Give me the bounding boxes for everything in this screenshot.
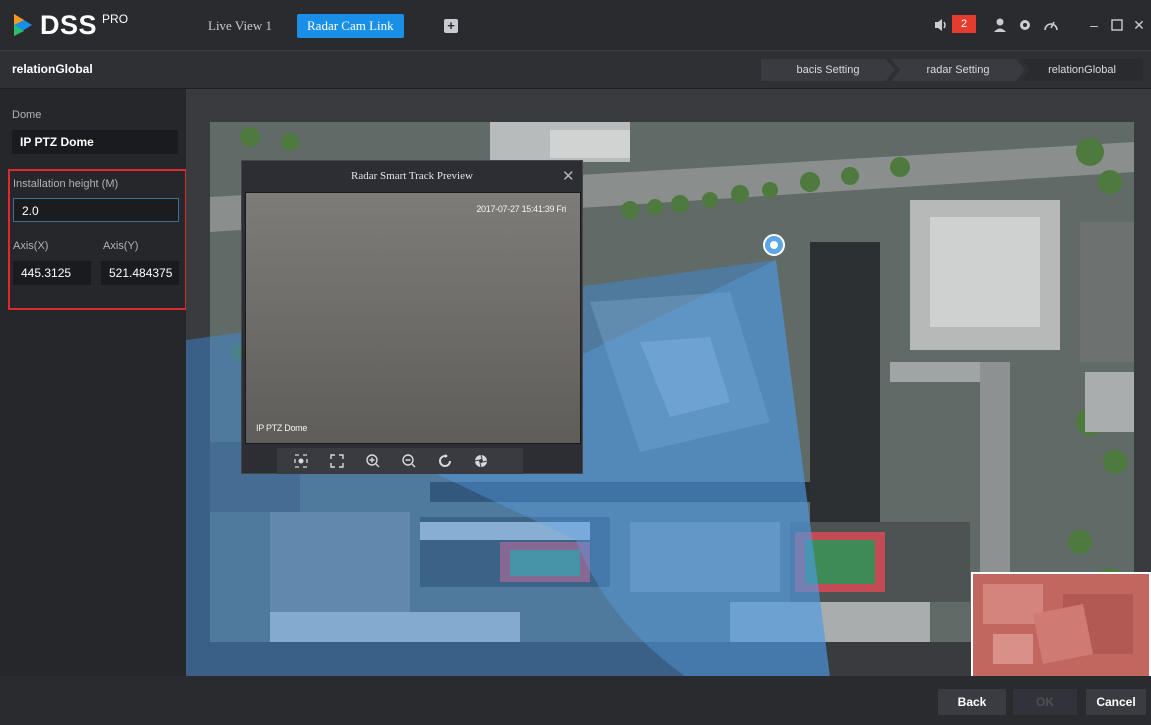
preview-toolbar [277,448,523,474]
radar-track-preview-window: Radar Smart Track Preview ✕ 2017-07-27 1… [241,160,583,474]
alarm-count-badge[interactable]: 2 [952,15,976,33]
axis-x-input[interactable]: 445.3125 [13,261,91,285]
step-header: relationGlobal bacis Setting radar Setti… [0,50,1151,88]
overview-minimap[interactable] [971,572,1151,678]
aperture-icon[interactable] [473,453,489,469]
performance-gauge-icon[interactable] [1043,16,1059,34]
preview-title: Radar Smart Track Preview [351,170,473,182]
close-icon[interactable]: ✕ [562,167,575,185]
gear-icon[interactable] [1018,16,1032,34]
tab-radar-cam-link[interactable]: Radar Cam Link [297,14,404,38]
footer-bar: Back OK Cancel [0,676,1151,725]
cancel-button[interactable]: Cancel [1086,689,1146,715]
back-button[interactable]: Back [938,689,1006,715]
video-timestamp: 2017-07-27 15:41:39 Fri [476,204,566,214]
axis-x-label: Axis(X) [13,240,49,252]
tab-live-view-1[interactable]: Live View 1 [198,14,282,38]
fullscreen-icon[interactable] [329,453,345,469]
minimap-image [973,574,1149,676]
snapshot-icon[interactable] [293,453,309,469]
dome-label: Dome [12,109,42,121]
step-basic-setting: bacis Setting [761,59,895,81]
brand-suffix: PRO [102,12,129,26]
brand-name: DSS [40,9,98,40]
installation-height-label: Installation height (M) [13,178,119,190]
zoom-out-icon[interactable] [401,453,417,469]
dss-logo-icon [14,14,32,36]
alarm-sound-icon[interactable] [933,16,949,34]
user-icon[interactable] [993,16,1007,34]
axis-y-input[interactable]: 521.484375 [101,261,179,285]
add-tab-icon[interactable]: + [444,19,458,33]
app-window: DSS PRO Live View 1 Radar Cam Link + 2 –… [0,0,1151,725]
logo: DSS PRO [12,10,128,40]
minimize-icon[interactable]: – [1088,16,1100,34]
video-feed[interactable]: 2017-07-27 15:41:39 Fri IP PTZ Dome [245,192,581,444]
ok-button[interactable]: OK [1013,689,1077,715]
refresh-icon[interactable] [437,453,453,469]
step-radar-setting: radar Setting [891,59,1025,81]
title-bar: DSS PRO Live View 1 Radar Cam Link + 2 –… [0,0,1151,50]
close-icon[interactable]: ✕ [1133,16,1145,34]
step-relation-global: relationGlobal [1021,59,1143,81]
installation-height-input[interactable]: 2.0 [13,198,179,222]
dome-select[interactable]: IP PTZ Dome [12,130,178,154]
page-title: relationGlobal [12,62,93,76]
maximize-icon[interactable] [1111,16,1123,34]
axis-y-label: Axis(Y) [103,240,139,252]
camera-name-label: IP PTZ Dome [256,423,308,433]
zoom-in-icon[interactable] [365,453,381,469]
